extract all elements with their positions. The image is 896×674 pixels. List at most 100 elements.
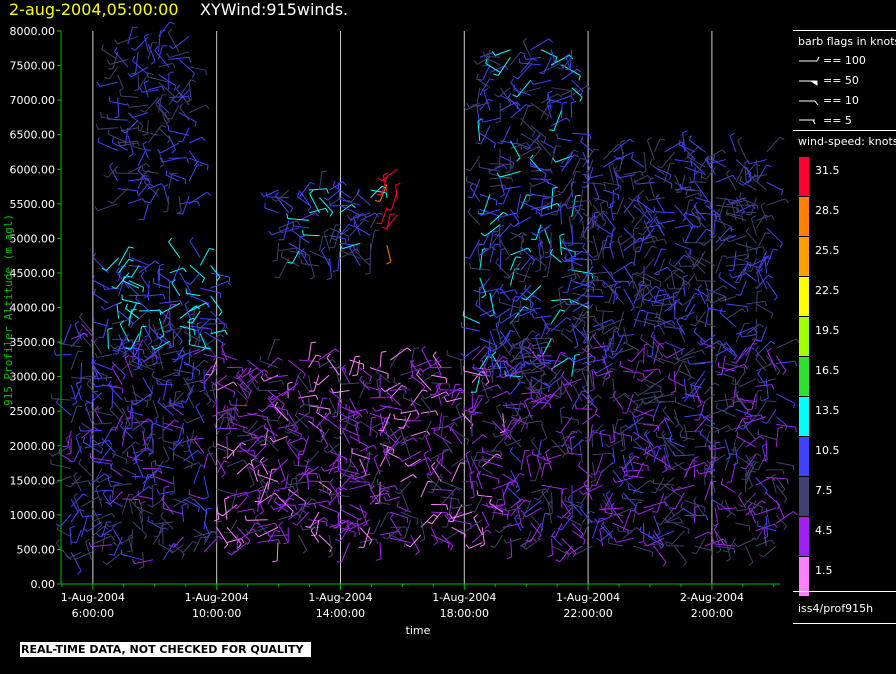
wind-barb-flag <box>671 320 676 325</box>
wind-barb <box>592 336 604 349</box>
wind-barb-flag <box>555 430 561 434</box>
wind-barb <box>564 500 583 509</box>
wind-barb-flag <box>530 303 534 309</box>
wind-barb-flag <box>290 510 294 516</box>
wind-barb-flag <box>554 186 557 192</box>
wind-barb <box>373 457 381 475</box>
wind-barb <box>663 499 675 516</box>
wind-barb-flag <box>503 164 508 170</box>
wind-barb-flag <box>520 381 526 385</box>
wind-barb-flag <box>323 196 329 201</box>
wind-barb <box>731 204 737 221</box>
wind-barb-flag <box>259 511 264 516</box>
wind-barb-flag <box>653 206 656 212</box>
y-tick-label: 2000.00 <box>10 440 56 453</box>
wind-barb-flag <box>107 380 112 386</box>
wind-barb-flag <box>383 172 388 176</box>
y-tick-label: 5000.00 <box>10 232 56 245</box>
wind-barb-flag <box>143 175 149 177</box>
wind-barb-flag <box>153 477 156 483</box>
wind-barb <box>470 155 481 171</box>
wind-barb-flag <box>232 381 238 387</box>
wind-barb-flag <box>526 424 528 430</box>
wind-barb-flag <box>163 183 169 188</box>
wind-barb <box>551 117 567 127</box>
y-tick-label: 7500.00 <box>10 60 56 73</box>
wind-barb <box>637 507 654 515</box>
wind-barb-flag <box>296 220 301 226</box>
wind-barb <box>643 368 659 372</box>
wind-barb-flag <box>560 309 566 312</box>
wind-barb <box>397 506 411 513</box>
wind-barb <box>661 460 675 471</box>
wind-barb <box>718 507 736 510</box>
wind-barb-flag <box>145 399 151 401</box>
wind-barb <box>153 521 174 525</box>
x-tick-label-date: 1-Aug-2004 <box>432 591 496 604</box>
wind-barb-flag <box>323 445 329 450</box>
wind-barb-flag <box>260 456 265 462</box>
wind-barb <box>630 175 635 191</box>
wind-barb <box>553 110 562 131</box>
wind-barb-flag <box>128 246 134 249</box>
wind-barb <box>476 78 491 89</box>
wind-barb-flag <box>214 423 217 429</box>
wind-barb <box>172 392 184 405</box>
wind-barb-flag <box>544 256 551 259</box>
wind-barb-flag <box>759 435 765 440</box>
wind-barb <box>744 271 757 282</box>
wind-barb <box>633 174 648 183</box>
wind-barb-flag <box>176 84 180 90</box>
wind-barb <box>528 186 532 201</box>
wind-barb <box>264 207 279 214</box>
wind-barb-flag <box>114 168 117 174</box>
wind-barb-flag <box>198 370 201 376</box>
wind-barb <box>127 162 147 174</box>
wind-barb <box>168 241 181 259</box>
wind-barb <box>134 392 154 406</box>
wind-barb-flag <box>292 486 296 492</box>
wind-barb-flag <box>615 286 622 289</box>
wind-barb-flag <box>111 513 116 518</box>
wind-barb <box>400 474 414 483</box>
wind-barb <box>678 370 695 380</box>
speed-swatch-label: 31.5 <box>815 164 840 177</box>
wind-barb <box>506 537 522 544</box>
wind-barb-flag <box>499 224 505 228</box>
wind-barb-flag <box>524 200 530 203</box>
wind-barb-flag <box>562 101 568 104</box>
wind-barb <box>373 519 381 534</box>
wind-barb <box>340 509 360 521</box>
wind-barb-flag <box>313 503 317 509</box>
wind-barb-flag <box>323 228 329 233</box>
speed-swatch <box>799 357 809 396</box>
wind-barb-flag <box>592 332 597 337</box>
wind-barb <box>186 414 205 424</box>
wind-barb <box>84 404 93 424</box>
wind-barb-flag <box>544 266 548 272</box>
wind-barb-flag <box>281 380 285 386</box>
wind-barb-flag <box>668 373 671 379</box>
wind-barb-flag <box>716 209 721 214</box>
wind-barb-flag <box>72 401 77 406</box>
wind-barb-flag <box>693 456 699 459</box>
wind-barb <box>308 258 315 277</box>
wind-barb <box>349 458 359 472</box>
wind-barb-flag <box>323 517 329 522</box>
plot-date-label: 2-aug-2004,05:00:00 <box>9 0 179 19</box>
wind-barb-flag <box>320 466 325 472</box>
wind-barb-flag <box>125 303 128 309</box>
wind-barb <box>481 527 486 545</box>
wind-barb <box>107 118 128 121</box>
wind-barb-flag <box>394 491 400 495</box>
wind-barb <box>495 262 511 279</box>
wind-barb-flag <box>550 535 556 538</box>
wind-barb-flag <box>506 390 511 396</box>
wind-barb-flag <box>567 268 573 272</box>
wind-barb-flag <box>241 367 244 373</box>
wind-barb-flag <box>690 381 696 385</box>
wind-barb <box>481 511 490 526</box>
wind-barb <box>90 544 113 548</box>
wind-barb <box>167 32 180 52</box>
wind-barb <box>741 333 757 338</box>
